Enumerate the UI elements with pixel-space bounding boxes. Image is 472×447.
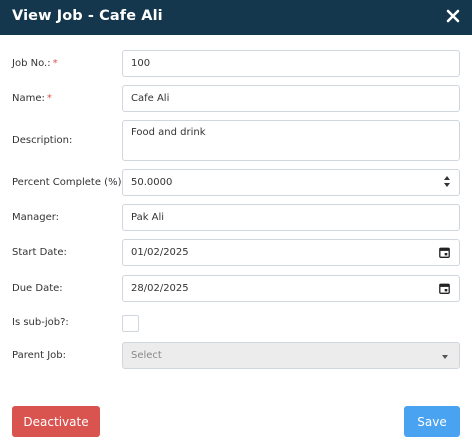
dialog-title: View Job - Cafe Ali: [12, 8, 163, 24]
job-no-input[interactable]: 100: [122, 50, 460, 77]
dialog-titlebar: View Job - Cafe Ali: [0, 0, 472, 35]
stepper-up-icon[interactable]: [444, 176, 450, 180]
name-label: Name: *: [12, 93, 52, 104]
due-date-input[interactable]: 28/02/2025: [122, 275, 460, 302]
due-date-label: Due Date:: [12, 283, 63, 294]
percent-stepper[interactable]: [443, 174, 451, 192]
deactivate-button[interactable]: Deactivate: [12, 406, 100, 437]
stepper-down-icon[interactable]: [444, 183, 450, 187]
manager-input[interactable]: Pak Ali: [122, 204, 460, 231]
percent-complete-label: Percent Complete (%):: [12, 177, 125, 188]
manager-label: Manager:: [12, 212, 60, 223]
is-sub-job-checkbox[interactable]: [122, 315, 139, 332]
calendar-icon[interactable]: [439, 283, 450, 294]
save-button[interactable]: Save: [404, 406, 460, 437]
chevron-down-icon: [442, 355, 448, 359]
name-input[interactable]: Cafe Ali: [122, 85, 460, 112]
percent-complete-input[interactable]: 50.0000: [122, 169, 460, 196]
is-sub-job-label: Is sub-job?:: [12, 317, 69, 328]
parent-job-label: Parent Job:: [12, 350, 66, 361]
start-date-input[interactable]: 01/02/2025: [122, 239, 460, 266]
parent-job-select[interactable]: Select: [122, 342, 460, 369]
close-icon[interactable]: [444, 7, 462, 25]
description-label: Description:: [12, 135, 73, 146]
job-no-label: Job No.: *: [12, 58, 58, 69]
description-textarea[interactable]: Food and drink: [122, 120, 460, 161]
start-date-label: Start Date:: [12, 247, 67, 258]
calendar-icon[interactable]: [439, 247, 450, 258]
